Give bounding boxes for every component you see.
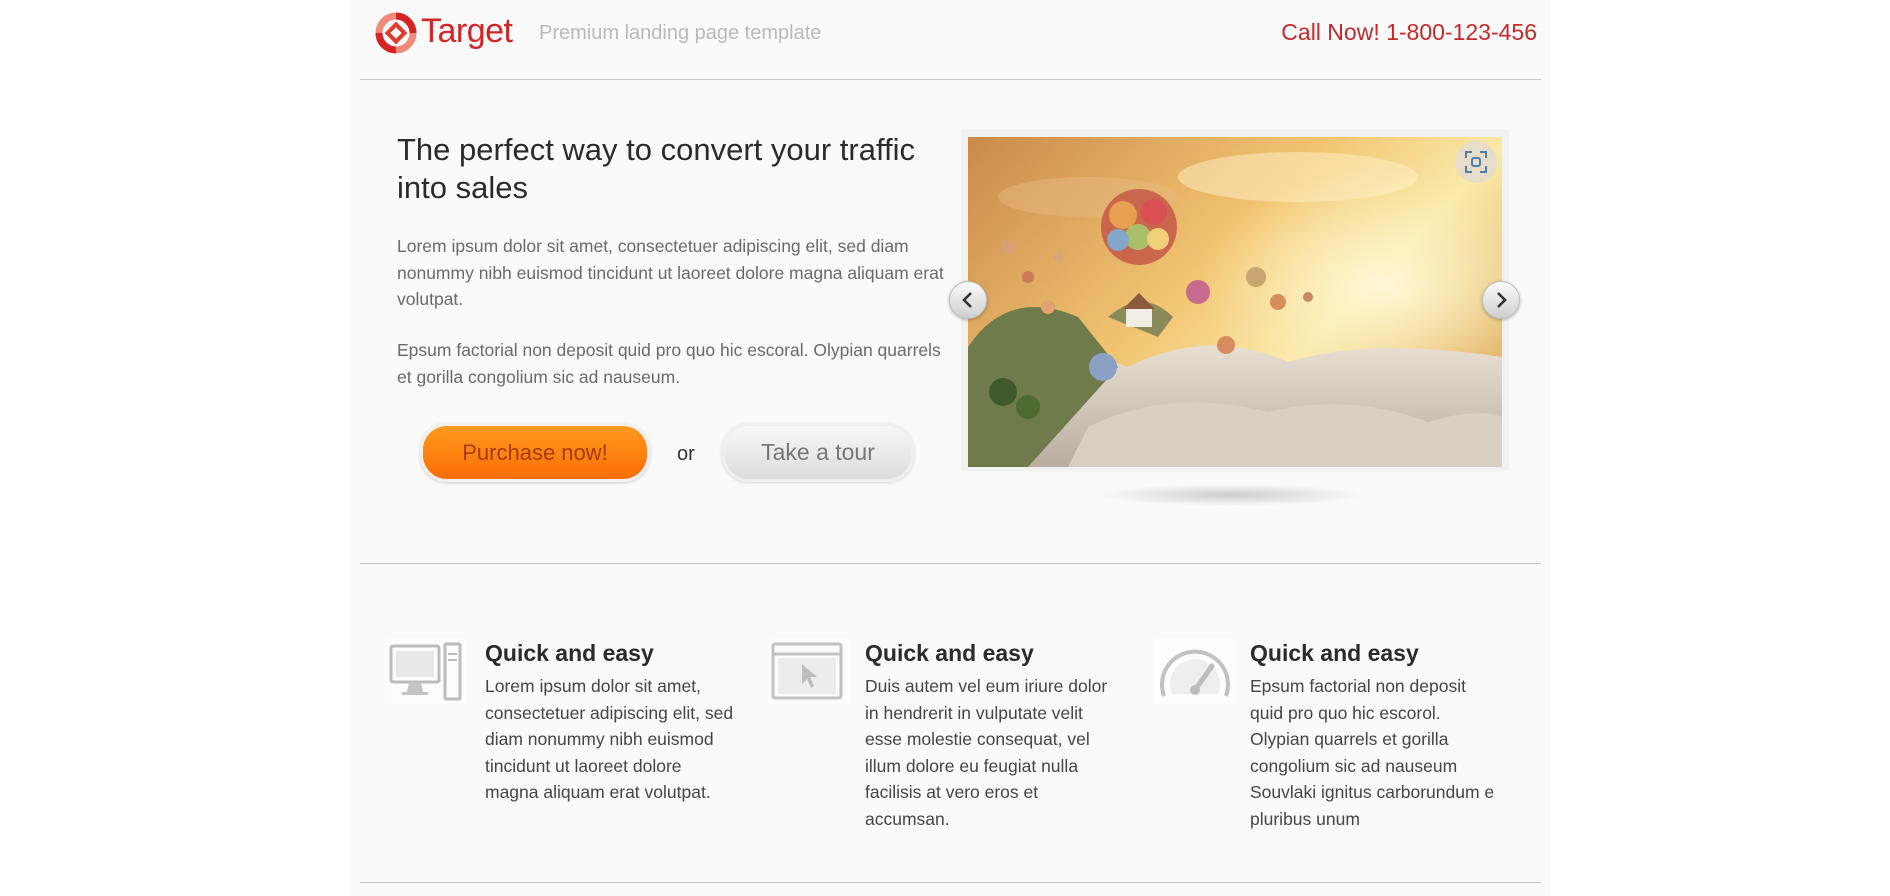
feature-1-text: Lorem ipsum dolor sit amet, consectetuer…: [485, 676, 734, 802]
call-now-phone: Call Now! 1-800-123-456: [1281, 19, 1537, 45]
feature-2-text: Duis autem vel eum iriure dolor in hendr…: [865, 676, 1108, 829]
browser-cursor-icon: [769, 638, 851, 704]
balloon-house-illustration: [968, 137, 1502, 467]
feature-2-title: Quick and easy: [865, 640, 1034, 666]
hero-paragraph-2: Epsum factorial non deposit quid pro quo…: [397, 340, 941, 387]
take-a-tour-button[interactable]: Take a tour: [722, 423, 914, 482]
desktop-computer-icon: [385, 638, 467, 704]
features-divider: [360, 882, 1541, 883]
hero-title: The perfect way to convert your traffic …: [397, 132, 916, 205]
or-separator: or: [677, 443, 695, 465]
brand-name[interactable]: Target: [421, 12, 513, 51]
hero-paragraph-1: Lorem ipsum dolor sit amet, consectetuer…: [397, 236, 944, 309]
chevron-right-icon: [1497, 292, 1507, 308]
slider-shadow: [1096, 484, 1366, 506]
target-logo-icon[interactable]: [373, 10, 419, 56]
feature-3-title: Quick and easy: [1250, 640, 1419, 666]
chevron-left-icon: [962, 292, 972, 308]
header-divider: [360, 79, 1541, 80]
fullscreen-icon: [1465, 151, 1487, 173]
slider-prev-button[interactable]: [949, 281, 987, 319]
header: Target Premium landing page template Cal…: [351, 0, 1550, 79]
purchase-now-button[interactable]: Purchase now!: [420, 423, 650, 482]
speedometer-icon: [1154, 638, 1236, 704]
tagline: Premium landing page template: [539, 22, 822, 44]
page-container: Target Premium landing page template Cal…: [351, 0, 1550, 896]
fullscreen-button[interactable]: [1455, 141, 1497, 183]
feature-3-text: Epsum factorial non deposit quid pro quo…: [1250, 676, 1495, 829]
feature-1-title: Quick and easy: [485, 640, 654, 666]
slider-next-button[interactable]: [1482, 281, 1520, 319]
image-slider: [962, 130, 1508, 470]
hero-divider: [360, 563, 1541, 564]
slide-image[interactable]: [968, 137, 1502, 467]
